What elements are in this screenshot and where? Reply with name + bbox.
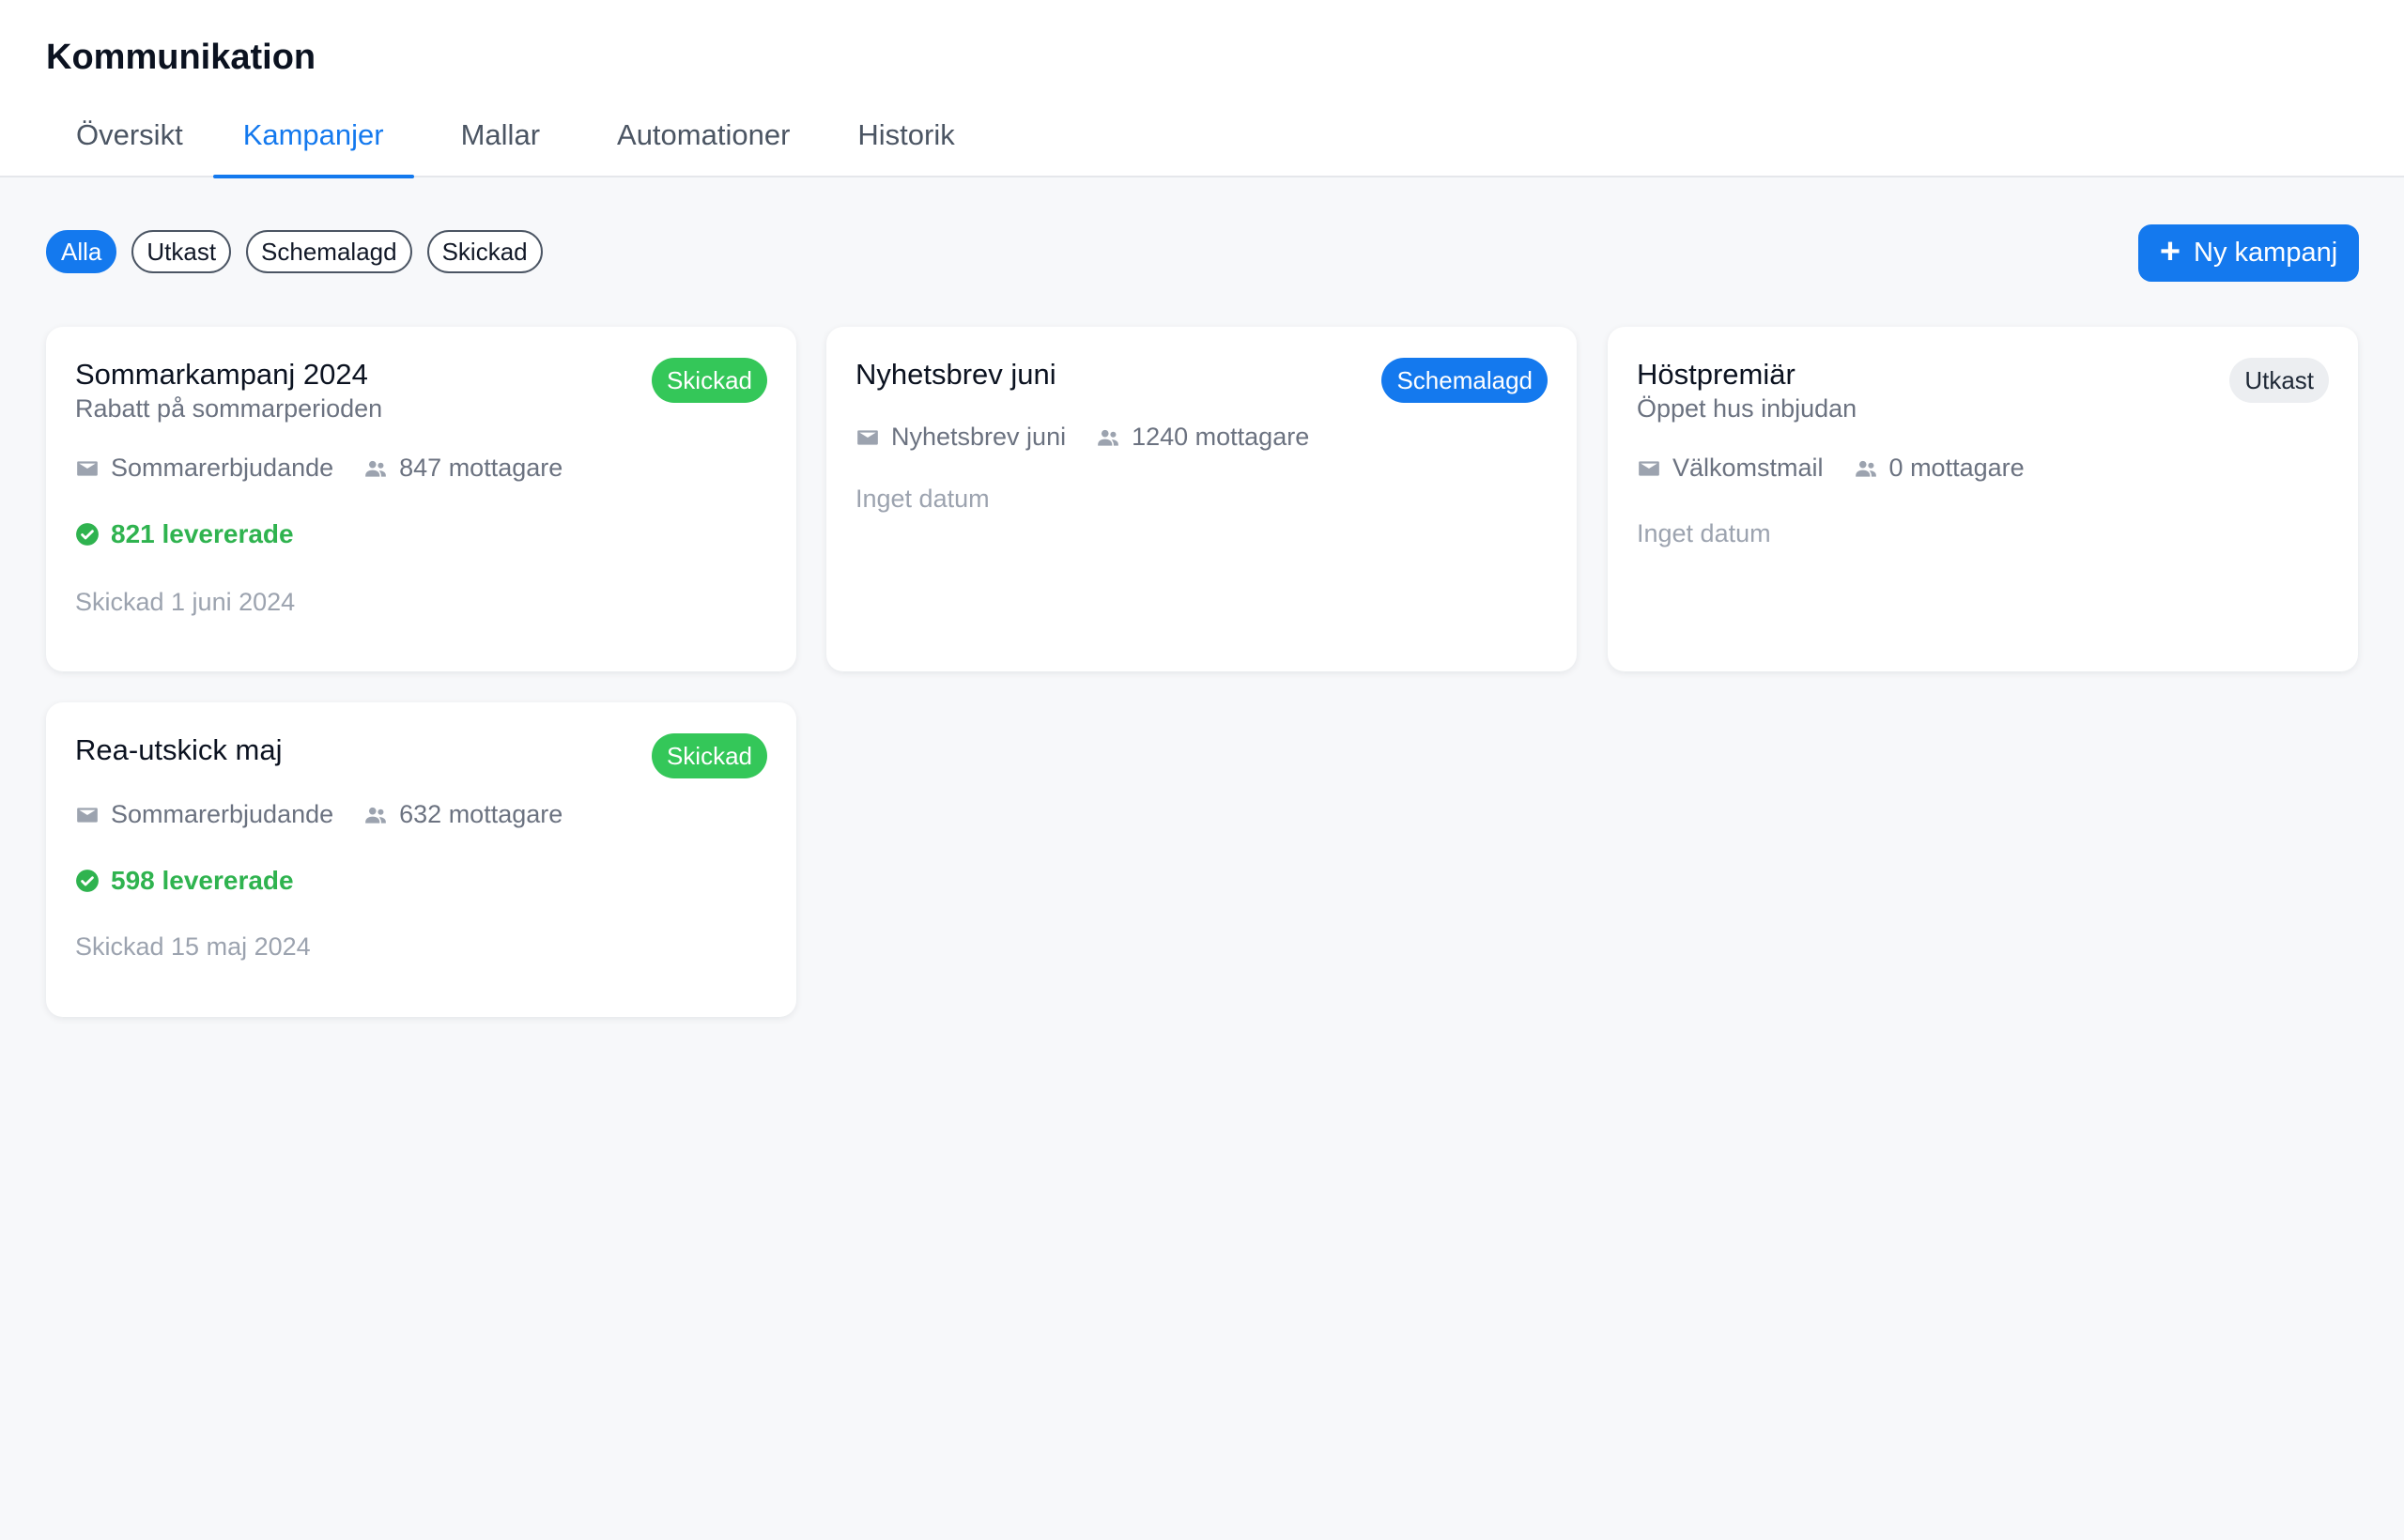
campaign-meta: Välkomstmail 0 mottagare [1637,454,2055,483]
delivered-status: 821 levererade [75,519,294,549]
users-icon [365,460,386,477]
delivered-status: 598 levererade [75,866,294,896]
campaign-date: Skickad 1 juni 2024 [75,588,296,616]
template-name: Välkomstmail [1672,454,1824,482]
status-badge: Schemalagd [1381,358,1548,403]
template-name: Nyhetsbrev juni [891,423,1067,451]
mail-icon [1639,460,1659,476]
filter-schemalagd[interactable]: Schemalagd [246,230,412,273]
campaign-card[interactable]: Nyhetsbrev juni Schemalagd Nyhetsbrev ju… [826,327,1577,671]
delivered-count: 598 levererade [111,866,294,895]
plus-icon: + [2159,231,2181,271]
users-icon [365,807,386,824]
campaign-subtitle: Öppet hus inbjudan [1637,394,1857,423]
users-icon [1098,429,1118,446]
mail-icon [77,460,98,476]
campaign-card[interactable]: Sommarkampanj 2024 Rabatt på sommarperio… [46,327,796,671]
tab-bar: Översikt Kampanjer Mallar Automationer H… [46,111,985,178]
campaign-card[interactable]: Rea-utskick maj Skickad Sommarerbjudande… [46,702,796,1017]
campaign-meta: Nyhetsbrev juni 1240 mottagare [855,423,1339,452]
new-campaign-label: Ny kampanj [2194,238,2338,268]
campaign-date: Inget datum [855,485,990,513]
campaign-title: Rea-utskick maj [75,733,283,766]
template-name: Sommarerbjudande [111,800,334,828]
status-badge: Skickad [651,733,767,778]
tab-kampanjer[interactable]: Kampanjer [212,111,414,178]
recipient-count: 0 mottagare [1888,454,2025,482]
page-header: Kommunikation Översikt Kampanjer Mallar … [0,0,2404,178]
filter-alla[interactable]: Alla [46,230,117,273]
status-badge: Skickad [651,358,767,403]
campaign-title: Nyhetsbrev juni [855,358,1056,391]
check-circle-icon [76,523,99,546]
tab-historik[interactable]: Historik [820,111,984,177]
campaign-meta: Sommarerbjudande 632 mottagare [75,800,593,829]
filter-utkast[interactable]: Utkast [131,230,232,273]
page-title: Kommunikation [46,38,316,77]
status-badge: Utkast [2229,358,2329,403]
tab-mallar[interactable]: Mallar [414,111,570,177]
mail-icon [857,429,878,445]
campaign-title: Sommarkampanj 2024 [75,358,368,391]
check-circle-icon [76,870,99,892]
campaign-card[interactable]: Höstpremiär Öppet hus inbjudan Utkast Vä… [1608,327,2358,671]
template-name: Sommarerbjudande [111,454,334,482]
delivered-count: 821 levererade [111,519,294,548]
campaign-date: Inget datum [1637,519,1771,547]
recipient-count: 847 mottagare [399,454,563,482]
tab-automationer[interactable]: Automationer [570,111,820,177]
new-campaign-button[interactable]: + Ny kampanj [2138,224,2359,282]
recipient-count: 632 mottagare [399,800,563,828]
users-icon [1855,460,1876,477]
campaign-title: Höstpremiär [1637,358,1795,391]
recipient-count: 1240 mottagare [1132,423,1310,451]
filter-skickad[interactable]: Skickad [426,230,543,273]
tab-oversikt[interactable]: Översikt [46,111,213,177]
campaign-meta: Sommarerbjudande 847 mottagare [75,454,593,483]
mail-icon [77,807,98,823]
status-filter-group: Alla Utkast Schemalagd Skickad [46,230,543,273]
campaign-subtitle: Rabatt på sommarperioden [75,394,383,423]
campaign-date: Skickad 15 maj 2024 [75,932,311,961]
